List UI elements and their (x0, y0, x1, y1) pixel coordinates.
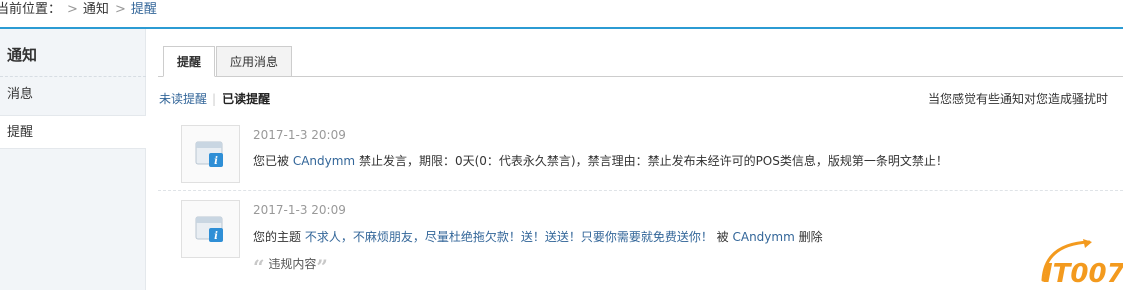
filter-bar: 未读提醒 | 已读提醒 (159, 90, 270, 106)
sidebar: 通知 消息 提醒 (0, 29, 146, 290)
notice-time: 2017-1-3 20:09 (253, 128, 346, 142)
notice-message: 您的主题 不求人，不麻烦朋友，尽量杜绝拖欠款！送！送送！只要你需要就免费送你！ … (253, 228, 823, 245)
message-text: 禁止发言，期限：0天(0：代表永久禁言)，禁言理由：禁止发布未经许可的POS类信… (355, 154, 948, 168)
message-text: 删除 (794, 230, 823, 244)
svg-text:i: i (214, 231, 218, 242)
notice-avatar: i (181, 125, 240, 183)
filter-unread-link[interactable]: 未读提醒 (159, 92, 207, 106)
svg-text:i: i (214, 156, 218, 167)
quote-block: “ 违规内容” (253, 255, 328, 279)
topic-link[interactable]: 不求人，不麻烦朋友，尽量杜绝拖欠款！送！送送！只要你需要就免费送你！ (305, 230, 713, 244)
divider (158, 76, 1123, 77)
system-notice-icon: i (195, 216, 223, 242)
filter-separator: | (212, 92, 217, 106)
sidebar-item-reminders[interactable]: 提醒 (0, 115, 146, 149)
user-link[interactable]: CAndymm (293, 154, 355, 168)
breadcrumb-bar: 当前位置： > 通知 > 提醒 (0, 0, 1123, 29)
breadcrumb-item-current: 提醒 (130, 2, 157, 17)
watermark-logo: IT007 (1037, 236, 1123, 290)
notice-item: i 2017-1-3 20:09 您的主题 不求人，不麻烦朋友，尽量杜绝拖欠款！… (158, 195, 1123, 290)
breadcrumb-label: 当前位置： (0, 2, 62, 17)
notice-time: 2017-1-3 20:09 (253, 203, 346, 217)
breadcrumb-item-notice[interactable]: 通知 (83, 2, 109, 17)
close-quote-icon: ” (316, 255, 328, 279)
user-link[interactable]: CAndymm (732, 230, 794, 244)
divider (0, 76, 146, 77)
chevron-right-icon: > (114, 2, 126, 17)
sidebar-title: 通知 (7, 46, 38, 64)
notice-avatar: i (181, 200, 240, 258)
system-notice-icon: i (195, 141, 223, 167)
tab-app-messages[interactable]: 应用消息 (216, 46, 292, 77)
message-text: 被 (712, 230, 733, 244)
filter-read-link[interactable]: 已读提醒 (222, 92, 270, 106)
breadcrumb: 当前位置： > 通知 > 提醒 (0, 0, 157, 27)
watermark-text: IT007 (1043, 259, 1123, 289)
notice-message: 您已被 CAndymm 禁止发言，期限：0天(0：代表永久禁言)，禁言理由：禁止… (253, 152, 948, 169)
notice-hint: 当您感觉有些通知对您造成骚扰时 (928, 92, 1109, 106)
notice-item: i 2017-1-3 20:09 您已被 CAndymm 禁止发言，期限：0天(… (158, 115, 1123, 191)
open-quote-icon: “ (253, 255, 265, 279)
message-text: 您已被 (253, 154, 293, 168)
quote-text: 违规内容 (268, 257, 317, 271)
tab-reminders[interactable]: 提醒 (163, 46, 215, 77)
sidebar-item-messages[interactable]: 消息 (0, 78, 146, 112)
message-text: 您的主题 (253, 230, 305, 244)
chevron-right-icon: > (67, 2, 78, 17)
